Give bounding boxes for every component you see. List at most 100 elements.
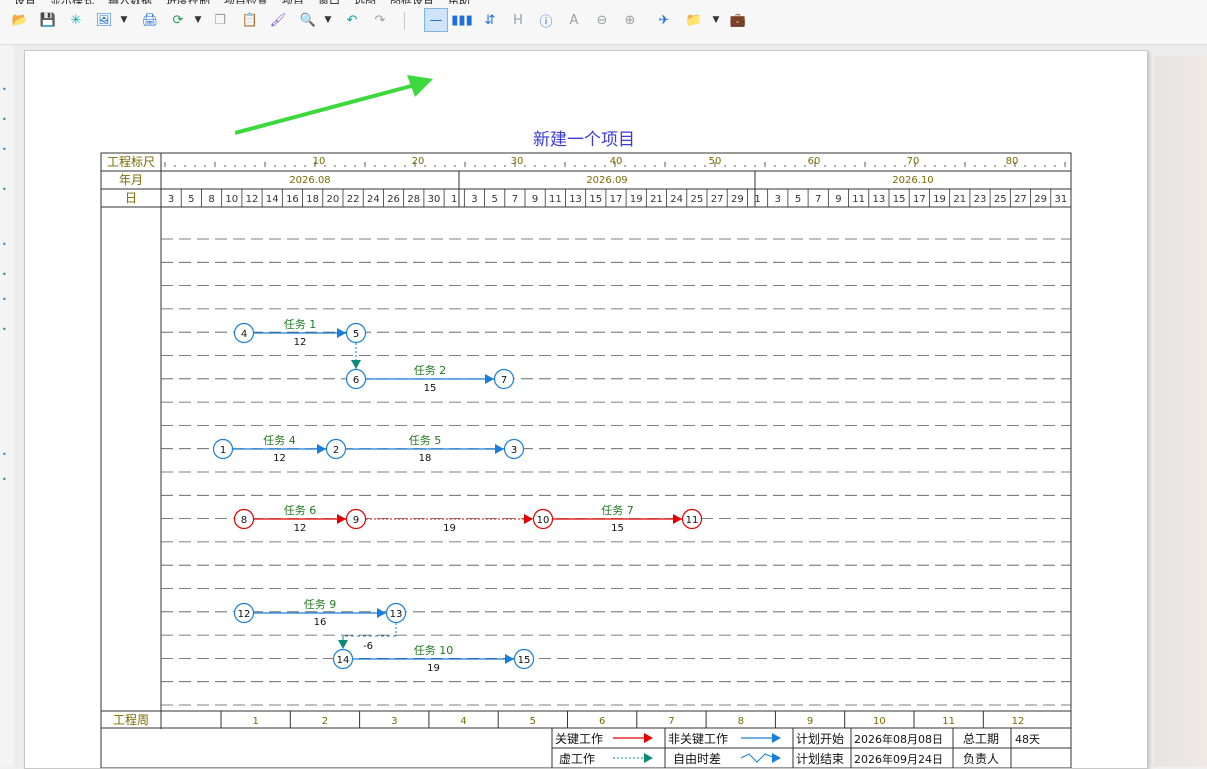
menu-item-7[interactable]: 选图 [354,0,376,4]
task-duration: 12 [294,337,307,348]
day-label: 24 [670,194,683,205]
day-label: 25 [691,194,704,205]
plan-end-value: 2026年09月24日 [854,752,943,766]
search-icon[interactable]: 🔍 [296,8,320,32]
day-label: 9 [532,194,538,205]
gutter-marker-icon: • [2,185,7,194]
month-label: 2026.10 [892,175,933,186]
node-id: 4 [241,329,247,340]
legend-normal-label: 非关键工作 [668,732,728,746]
task-arrow-head [337,514,346,524]
bar-chart-icon[interactable]: ▮▮▮ [450,8,474,32]
gutter-marker-icon: • [2,325,7,334]
network-chart: 新建一个项目工程标尺年月日10 20 30 40 50 60 70 802026.08 2026… [100,130,1072,768]
print-icon[interactable]: 🖨 [138,8,162,32]
menu-bar: 设置 显示模式 输入数据 进度控制 项目检查 项目 窗口 选图 图框设置 帮助 [0,0,620,4]
day-label: 14 [266,194,279,205]
week-label: 8 [738,716,744,727]
menu-item-5[interactable]: 项目 [282,0,304,4]
refresh-icon[interactable]: ⟳ [166,8,190,32]
day-label: 5 [795,194,801,205]
legend-critical-label: 关键工作 [555,732,603,746]
copy-icon[interactable]: ❐ [208,8,232,32]
total-duration-value: 48天 [1015,733,1040,746]
undo-icon[interactable]: ↶ [340,8,364,32]
search-dropdown-icon[interactable]: ▼ [322,8,334,32]
day-label: 8 [208,194,214,205]
dummy-arrow-head [351,360,361,369]
paste-icon[interactable]: 📋 [238,8,262,32]
info-icon[interactable]: ⓘ [534,8,558,32]
week-label: 12 [1012,716,1025,727]
menu-item-6[interactable]: 窗口 [318,0,340,4]
task-duration: 19 [443,523,456,534]
day-label: 21 [953,194,966,205]
scale-tick-label: 20 [412,156,425,167]
open-folder-icon[interactable]: 📂 [8,8,32,32]
week-label: 9 [807,716,813,727]
day-label: 27 [1014,194,1027,205]
scale-tick-label: 10 [313,156,326,167]
task-arrow-head [673,514,682,524]
task-duration: 19 [427,663,440,674]
task-duration: 12 [294,523,307,534]
month-row-label: 年月 [119,173,143,187]
task-name: 任务 9 [304,598,337,611]
sort-icon[interactable]: ⇵ [478,8,502,32]
briefcase-icon[interactable]: 💼 [726,8,750,32]
chart-frame [100,152,1072,768]
node-id: 1 [220,445,226,456]
redo-icon[interactable]: ↷ [368,8,392,32]
gutter-marker-icon: • [2,475,7,484]
menu-item-9[interactable]: 帮助 [448,0,470,4]
node-id: 2 [333,445,339,456]
format-brush-icon[interactable]: 🖌 [266,8,290,32]
day-label: 9 [835,194,841,205]
day-label: 18 [306,194,319,205]
day-label: 20 [327,194,340,205]
day-label: 3 [775,194,781,205]
horizontal-line-icon[interactable]: — [424,8,448,32]
image-dropdown-icon[interactable]: ▼ [118,8,130,32]
h-icon[interactable]: H [506,8,530,32]
task-name: 任务 1 [284,318,317,331]
node-id: 10 [537,515,550,526]
day-label: 23 [974,194,987,205]
airplane-icon[interactable]: ✈ [652,8,676,32]
menu-item-8[interactable]: 图框设置 [390,0,434,4]
day-label: 24 [367,194,380,205]
green-pointer-arrow [235,75,433,135]
day-label: 29 [731,194,744,205]
folder-dropdown-icon[interactable]: ▼ [710,8,722,32]
day-label: 7 [815,194,821,205]
day-label: 19 [630,194,643,205]
node-id: 14 [337,655,350,666]
menu-item-3[interactable]: 进度控制 [166,0,210,4]
image-icon[interactable]: 🖼 [92,8,116,32]
day-label: 17 [610,194,623,205]
save-icon[interactable]: 💾 [36,8,60,32]
dummy-label: -6 [363,641,373,652]
asterisk-icon[interactable]: ✳ [64,8,88,32]
month-label: 2026.08 [289,175,330,186]
task-arrow-head [485,374,494,384]
menu-item-2[interactable]: 输入数据 [108,0,152,4]
refresh-dropdown-icon[interactable]: ▼ [192,8,204,32]
day-label: 11 [852,194,865,205]
day-label: 26 [387,194,400,205]
day-label: 1 [451,194,457,205]
node-id: 3 [511,445,517,456]
day-label: 12 [246,194,259,205]
folder-icon[interactable]: 📁 [682,8,706,32]
menu-item-4[interactable]: 项目检查 [224,0,268,4]
menu-item-0[interactable]: 设置 [14,0,36,4]
menu-item-1[interactable]: 显示模式 [50,0,94,4]
day-label: 5 [491,194,497,205]
task-duration: 15 [611,523,624,534]
text-icon[interactable]: A [562,8,586,32]
legend-dummy-label: 虚工作 [559,752,595,766]
gutter-marker-icon: • [2,270,7,279]
zoom-in-icon[interactable]: ⊕ [618,8,642,32]
zoom-out-icon[interactable]: ⊖ [590,8,614,32]
task-name: 任务 6 [284,504,317,517]
